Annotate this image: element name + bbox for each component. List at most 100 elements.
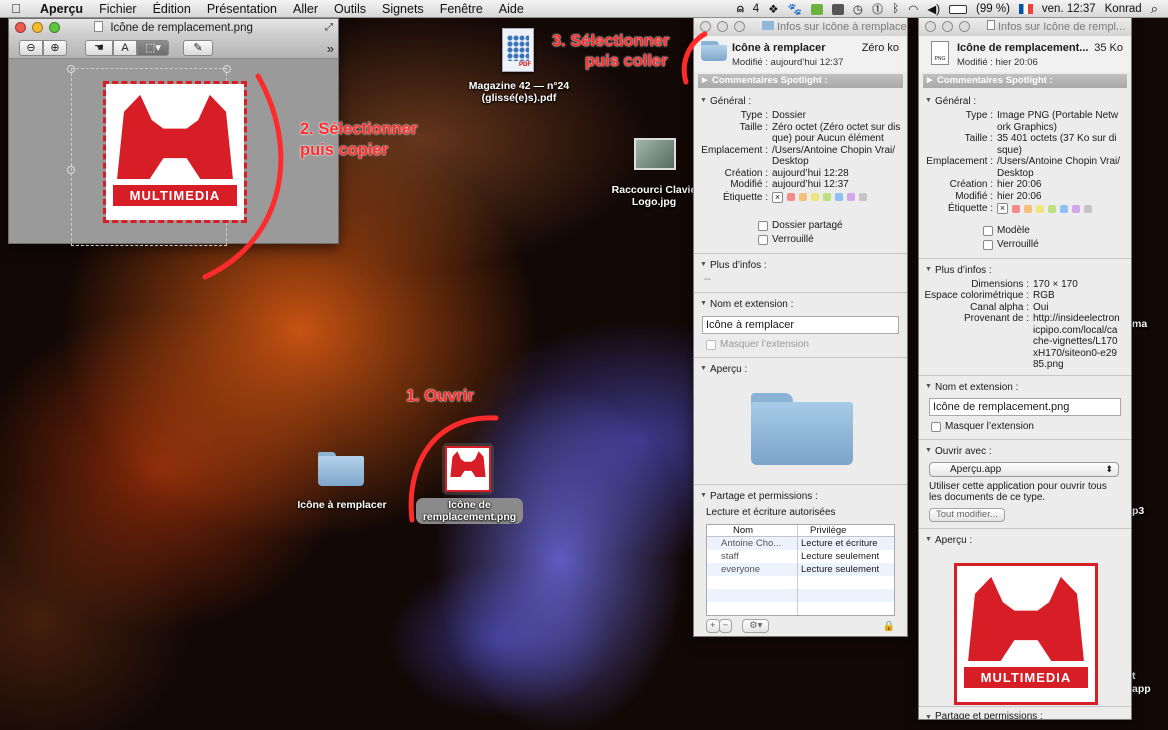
section-spotlight[interactable]: Commentaires Spotlight : (923, 74, 1127, 88)
fullscreen-icon[interactable]: ⤢ (325, 19, 333, 37)
gear-icon[interactable]: ⚙▾ (742, 619, 770, 633)
hide-extension-checkbox[interactable]: Masquer l’extension (919, 420, 1131, 434)
bluetooth-icon[interactable]: ᛒ (892, 3, 899, 15)
folder-desktop-label[interactable]: Icône à remplacer (286, 499, 398, 511)
user-name[interactable]: Konrad (1105, 3, 1142, 15)
close-button[interactable] (15, 22, 26, 33)
label-blue[interactable] (1060, 204, 1068, 213)
menu-aller[interactable]: Aller (285, 2, 326, 16)
name-field[interactable]: Icône de remplacement.png (929, 397, 1121, 416)
close-button[interactable] (700, 21, 711, 32)
section-name-ext[interactable]: Nom et extension : (694, 293, 907, 313)
alert-icon[interactable]: ⓵ (872, 1, 884, 17)
screen-icon[interactable] (831, 3, 844, 15)
paw-icon[interactable]: 🐾 (788, 2, 802, 16)
label-purple[interactable] (847, 193, 855, 202)
volume-icon[interactable]: ◀) (927, 2, 940, 16)
section-name-ext[interactable]: Nom et extension : (919, 376, 1131, 396)
section-preview[interactable]: Aperçu : (919, 529, 1131, 549)
label-gray[interactable] (1084, 204, 1092, 213)
selection-handle[interactable] (223, 65, 231, 73)
label-yellow[interactable] (811, 193, 819, 202)
zoom-out-icon[interactable]: ⊖ (19, 39, 43, 56)
label-orange[interactable] (1024, 204, 1032, 213)
time-machine-icon[interactable]: ◷ (853, 2, 863, 16)
toolbar-overflow-icon[interactable]: » (327, 41, 334, 56)
battery-icon[interactable] (949, 4, 968, 14)
locked-checkbox[interactable]: Verrouillé (983, 238, 1131, 252)
hand-tool-icon[interactable]: ☚ (85, 39, 113, 56)
menu-presentation[interactable]: Présentation (199, 2, 285, 16)
zoom-button[interactable] (49, 22, 60, 33)
adobe-icon[interactable]: ⍝ (737, 3, 744, 16)
minimize-button[interactable] (32, 22, 43, 33)
png-file-icon[interactable] (442, 443, 494, 495)
info-png-titlebar[interactable]: Infos sur Icône de rempl... (919, 18, 1131, 36)
text-tool-icon[interactable]: A (113, 39, 137, 56)
dropbox-icon[interactable]: ❖ (768, 2, 778, 16)
permission-privilege[interactable]: Lecture seulement (798, 563, 894, 576)
label-green[interactable] (823, 193, 831, 202)
label-gray[interactable] (859, 193, 867, 202)
name-field[interactable]: Icône à remplacer (702, 316, 899, 334)
flag-icon[interactable] (1018, 4, 1033, 14)
selection-tool-icon[interactable]: ⬚▾ (137, 39, 169, 56)
lock-icon[interactable]: 🔒 (883, 621, 895, 632)
label-blue[interactable] (835, 193, 843, 202)
shortcut-file-icon[interactable] (634, 138, 676, 170)
label-orange[interactable] (799, 193, 807, 202)
section-more-info[interactable]: Plus d’infos : (694, 254, 907, 274)
menu-signets[interactable]: Signets (374, 2, 432, 16)
minimize-button[interactable] (942, 21, 953, 32)
zoom-button[interactable] (959, 21, 970, 32)
permission-privilege[interactable]: Lecture et écriture (798, 537, 894, 550)
label-none[interactable]: × (997, 203, 1008, 215)
menu-aide[interactable]: Aide (491, 2, 532, 16)
template-checkbox[interactable]: Modèle (983, 224, 1131, 238)
apple-menu-icon[interactable]:  (0, 1, 32, 16)
wifi-icon[interactable]: ◠ (908, 2, 918, 16)
column-name[interactable]: Nom (707, 525, 798, 536)
add-user-button[interactable]: + (706, 619, 720, 633)
hide-extension-checkbox[interactable]: Masquer l’extension (694, 338, 907, 352)
folder-icon-desktop[interactable] (318, 452, 364, 486)
edit-toolbar-icon[interactable]: ✎ (183, 39, 213, 56)
evernote-icon[interactable] (810, 3, 823, 15)
menu-app[interactable]: Aperçu (32, 2, 91, 16)
section-open-with[interactable]: Ouvrir avec : (919, 440, 1131, 460)
info-folder-titlebar[interactable]: Infos sur Icône à remplacer (694, 18, 907, 36)
section-more-info[interactable]: Plus d’infos : (919, 259, 1131, 279)
shortcut-file-label[interactable]: Raccourci Clavie Logo.jpg (606, 184, 702, 208)
preview-canvas[interactable]: MULTIMEDIA (9, 60, 338, 246)
label-none[interactable]: × (772, 191, 783, 203)
label-yellow[interactable] (1036, 204, 1044, 213)
section-preview[interactable]: Aperçu : (694, 358, 907, 378)
label-green[interactable] (1048, 204, 1056, 213)
section-general[interactable]: Général : (919, 90, 1131, 110)
permission-row[interactable]: staff Lecture seulement (707, 550, 894, 563)
zoom-button[interactable] (734, 21, 745, 32)
change-all-button[interactable]: Tout modifier... (929, 507, 1005, 522)
section-general[interactable]: Général : (694, 90, 907, 110)
column-privilege[interactable]: Privilège (798, 525, 894, 536)
minimize-button[interactable] (717, 21, 728, 32)
zoom-in-icon[interactable]: ⊕ (43, 39, 67, 56)
shared-folder-checkbox[interactable]: Dossier partagé (758, 219, 907, 233)
pdf-file-icon[interactable]: PDF (502, 28, 534, 72)
label-purple[interactable] (1072, 204, 1080, 213)
preview-titlebar[interactable]: Icône de remplacement.png ⤢ (9, 19, 338, 37)
section-sharing[interactable]: Partage et permissions : (694, 485, 907, 505)
png-file-label[interactable]: Icône de remplacement.png (416, 498, 523, 524)
selection-handle[interactable] (67, 166, 75, 174)
permission-privilege[interactable]: Lecture seulement (798, 550, 894, 563)
locked-checkbox[interactable]: Verrouillé (758, 233, 907, 247)
menu-fenetre[interactable]: Fenêtre (432, 2, 491, 16)
spotlight-icon[interactable]: ⌕ (1151, 1, 1158, 17)
section-spotlight[interactable]: Commentaires Spotlight : (698, 74, 903, 88)
menu-fichier[interactable]: Fichier (91, 2, 145, 16)
remove-user-button[interactable]: − (718, 619, 733, 633)
open-with-popup[interactable]: Aperçu.app (929, 461, 1119, 477)
label-red[interactable] (787, 193, 795, 202)
menu-outils[interactable]: Outils (326, 2, 374, 16)
section-sharing[interactable]: Partage et permissions : (919, 706, 1131, 719)
